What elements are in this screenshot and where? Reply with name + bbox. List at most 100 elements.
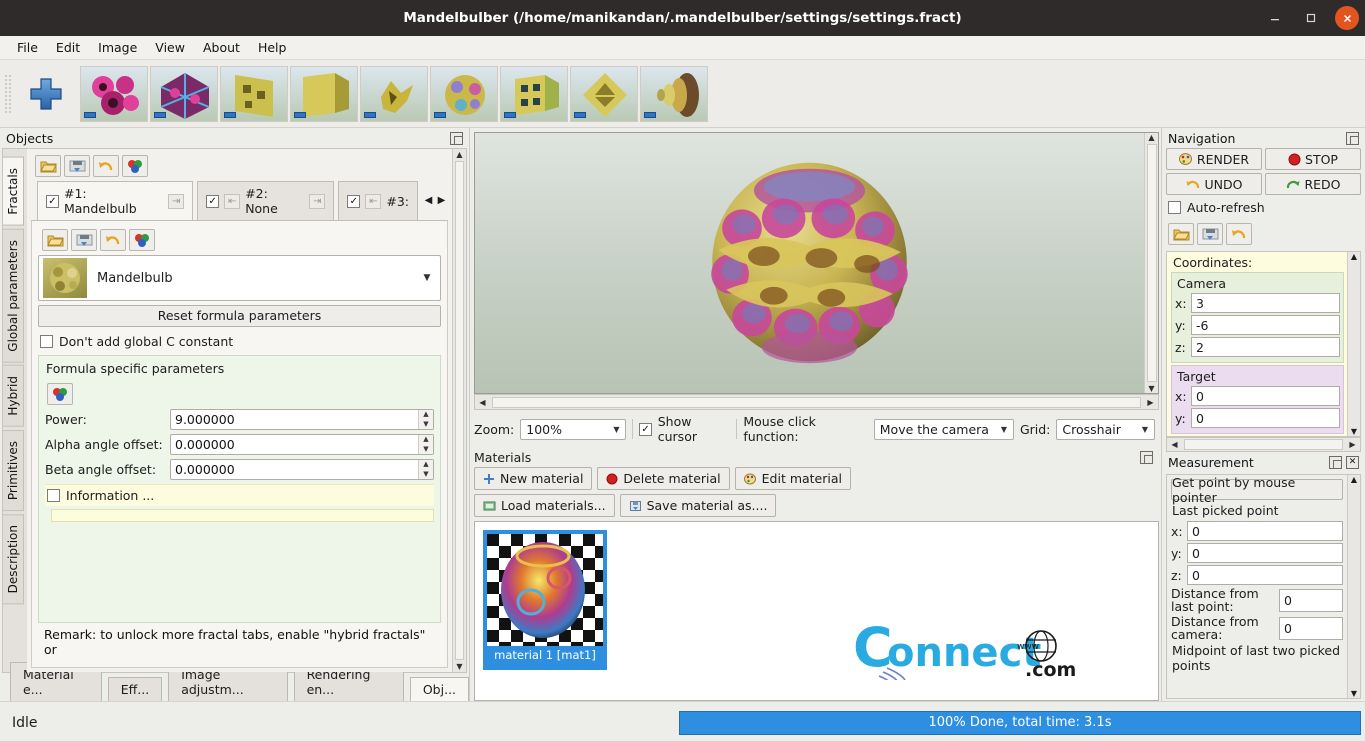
coordinates-horizontal-scrollbar[interactable]: ◀ ▶ <box>1166 437 1361 452</box>
toolbar-grip[interactable] <box>4 73 12 114</box>
render-vscroll-thumb[interactable] <box>1146 144 1157 382</box>
save-icon[interactable] <box>1197 223 1223 245</box>
preset-thumbnail[interactable] <box>220 65 288 122</box>
picked-x-input[interactable]: 0 <box>1187 521 1343 541</box>
power-input[interactable] <box>171 410 418 429</box>
render-hscroll-thumb[interactable] <box>492 396 1141 408</box>
random-icon[interactable] <box>129 229 155 251</box>
render-vertical-scrollbar[interactable]: ▲ ▼ <box>1144 133 1158 393</box>
save-icon[interactable] <box>71 229 97 251</box>
chevron-down-icon[interactable]: ▼ <box>1136 425 1154 434</box>
minimize-button[interactable] <box>1263 6 1287 30</box>
random-icon[interactable] <box>47 383 73 405</box>
undo-icon[interactable] <box>100 229 126 251</box>
beta-angle-offset-input[interactable] <box>171 460 418 479</box>
dont-add-global-c-checkbox[interactable] <box>40 335 53 348</box>
target-x-input[interactable]: 0 <box>1191 386 1340 406</box>
delete-material-button[interactable]: Delete material <box>597 467 730 490</box>
preset-thumbnail[interactable] <box>500 65 568 122</box>
reset-formula-parameters-button[interactable]: Reset formula parameters <box>38 305 441 327</box>
fractal-2-move-right-icon[interactable]: ⇥ <box>309 193 326 209</box>
menu-edit[interactable]: Edit <box>47 38 89 57</box>
tab-objects[interactable]: Obj... <box>409 677 470 701</box>
load-materials-button[interactable]: Load materials... <box>474 494 615 517</box>
vtab-description[interactable]: Description <box>3 514 24 605</box>
information-checkbox[interactable] <box>47 489 60 502</box>
preset-thumbnail[interactable] <box>150 65 218 122</box>
open-icon[interactable] <box>1168 223 1194 245</box>
maximize-button[interactable] <box>1299 6 1323 30</box>
fractal-1-move-right-icon[interactable]: ⇥ <box>168 193 185 209</box>
menu-file[interactable]: File <box>8 38 47 57</box>
fractal-tab-2[interactable]: ✓ ⇤ #2: None ⇥ <box>197 181 335 220</box>
open-icon[interactable] <box>42 229 68 251</box>
grid-select[interactable]: Crosshair ▼ <box>1056 418 1155 440</box>
scroll-down-icon[interactable]: ▼ <box>1351 689 1357 698</box>
menu-help[interactable]: Help <box>249 38 296 57</box>
tab-effects[interactable]: Eff... <box>107 677 163 701</box>
scroll-thumb[interactable] <box>455 161 464 660</box>
render-scroll-down-icon[interactable]: ▼ <box>1144 384 1158 393</box>
menu-image[interactable]: Image <box>89 38 146 57</box>
render-viewport[interactable]: ▲ ▼ <box>474 132 1159 394</box>
render-button[interactable]: RENDER <box>1166 148 1262 170</box>
undo-button[interactable]: UNDO <box>1166 173 1262 195</box>
coordinates-hscroll-thumb[interactable] <box>1184 439 1343 450</box>
picked-y-input[interactable]: 0 <box>1187 543 1343 563</box>
scroll-up-icon[interactable]: ▲ <box>1351 252 1357 261</box>
preset-thumbnail[interactable] <box>80 65 148 122</box>
float-icon[interactable] <box>1346 131 1359 145</box>
auto-refresh-checkbox[interactable] <box>1168 201 1181 214</box>
vtab-fractals[interactable]: Fractals <box>3 157 24 226</box>
distance-from-camera-input[interactable]: 0 <box>1279 616 1343 640</box>
fractal-tab-1[interactable]: ✓ #1: Mandelbulb ⇥ <box>37 181 194 220</box>
tab-scroll-left-icon[interactable]: ◀ <box>422 195 435 206</box>
edit-material-button[interactable]: Edit material <box>734 467 851 490</box>
undo-icon[interactable] <box>93 155 119 177</box>
new-material-button[interactable]: New material <box>474 467 593 490</box>
target-y-input[interactable]: 0 <box>1191 408 1340 428</box>
scroll-up-icon[interactable]: ▲ <box>456 150 462 159</box>
camera-y-input[interactable]: -6 <box>1191 315 1340 335</box>
get-point-by-mouse-pointer-button[interactable]: Get point by mouse pointer <box>1171 475 1343 505</box>
materials-list[interactable]: material 1 [mat1] C onnect www .com <box>474 521 1159 701</box>
tab-scroll-right-icon[interactable]: ▶ <box>435 195 448 206</box>
fractal-3-checkbox[interactable]: ✓ <box>347 194 361 208</box>
alpha-angle-offset-input[interactable] <box>171 435 418 454</box>
float-icon[interactable] <box>1329 455 1342 469</box>
undo-icon[interactable] <box>1226 223 1252 245</box>
auto-refresh-row[interactable]: Auto-refresh <box>1162 195 1365 221</box>
fractal-2-checkbox[interactable]: ✓ <box>206 194 220 208</box>
add-preset-button[interactable] <box>20 68 72 120</box>
mouse-click-function-select[interactable]: Move the camera ▼ <box>873 418 1014 440</box>
power-stepper[interactable]: ▲ ▼ <box>418 410 433 429</box>
alpha-angle-offset-stepper[interactable]: ▲ ▼ <box>418 435 433 454</box>
scroll-left-icon[interactable]: ◀ <box>1167 440 1182 449</box>
close-button[interactable] <box>1335 6 1359 30</box>
menu-view[interactable]: View <box>146 38 194 57</box>
camera-z-input[interactable]: 2 <box>1191 337 1340 357</box>
power-spinbox[interactable]: ▲▼ <box>170 409 434 430</box>
menu-about[interactable]: About <box>194 38 249 57</box>
preset-thumbnail[interactable] <box>430 65 498 122</box>
vtab-primitives[interactable]: Primitives <box>3 429 24 511</box>
fractal-1-checkbox[interactable]: ✓ <box>46 194 59 208</box>
scroll-up-icon[interactable]: ▲ <box>1351 475 1357 484</box>
save-icon[interactable] <box>64 155 90 177</box>
open-icon[interactable] <box>35 155 61 177</box>
coordinates-vertical-scrollbar[interactable]: ▲ ▼ <box>1347 252 1360 436</box>
float-icon[interactable] <box>1140 451 1153 464</box>
close-icon[interactable]: ✕ <box>1346 455 1359 469</box>
beta-angle-offset-spinbox[interactable]: ▲▼ <box>170 459 434 480</box>
information-row[interactable]: Information ... <box>45 484 434 506</box>
alpha-angle-offset-spinbox[interactable]: ▲▼ <box>170 434 434 455</box>
render-scroll-left-icon[interactable]: ◀ <box>475 398 490 407</box>
distance-from-last-point-input[interactable]: 0 <box>1279 588 1343 612</box>
chevron-down-icon[interactable]: ▼ <box>995 425 1013 434</box>
zoom-select[interactable]: 100% ▼ <box>520 418 627 440</box>
redo-button[interactable]: REDO <box>1265 173 1361 195</box>
formula-select[interactable]: Mandelbulb ▼ <box>38 255 441 301</box>
preset-thumbnail[interactable] <box>640 65 708 122</box>
render-scroll-up-icon[interactable]: ▲ <box>1144 133 1158 142</box>
objects-panel-scrollbar[interactable]: ▲ ▼ <box>452 149 466 672</box>
